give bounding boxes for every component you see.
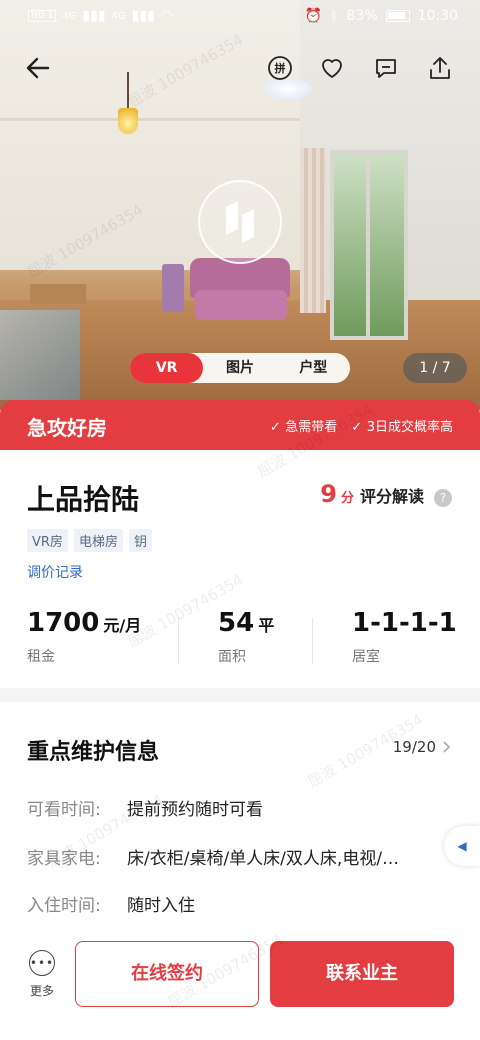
property-photo[interactable]: HD 1 4G ▮▮▮ 4G ▮▮▮ ◠ ⏰ ᛒ 83% 10:30 拼 VR …	[0, 0, 480, 410]
photo-curtain	[300, 148, 326, 313]
bottom-action-bar: ••• 更多 在线签约 联系业主	[0, 930, 480, 1040]
urgent-title: 急攻好房	[27, 416, 107, 440]
tag-elevator: 电梯房	[73, 529, 123, 552]
tab-vr[interactable]: VR	[130, 353, 204, 383]
maintenance-count[interactable]: 19/20	[393, 738, 452, 756]
divider	[178, 618, 179, 664]
alarm-icon: ⏰	[304, 8, 323, 24]
pinyin-icon[interactable]: 拼	[266, 54, 294, 82]
photo-counter: 1 / 7	[403, 353, 467, 383]
contact-owner-button[interactable]: 联系业主	[270, 941, 454, 1007]
score-label: 评分解读	[359, 487, 424, 506]
photo-sofa-seat	[195, 290, 287, 320]
row-key: 家具家电:	[27, 849, 101, 869]
stat-rooms: 1-1-1-1 居室	[352, 608, 457, 666]
stat-rent: 1700 元/月 租金	[27, 608, 141, 666]
urgent-tag: 急需带看	[270, 416, 337, 435]
urgent-tags: 急需带看 3日成交概率高	[270, 416, 453, 435]
tab-photos[interactable]: 图片	[203, 353, 276, 383]
photo-glass-table	[0, 310, 80, 400]
maintenance-title: 重点维护信息	[27, 740, 160, 765]
back-arrow-icon[interactable]	[24, 54, 52, 82]
maintenance-count-value: 19/20	[392, 738, 436, 756]
share-icon[interactable]	[426, 54, 454, 82]
more-dots-icon: •••	[29, 950, 55, 976]
photo-desk	[30, 284, 86, 304]
media-tabs: VR 图片 户型	[130, 353, 350, 383]
stat-label: 面积	[218, 649, 246, 665]
maintenance-row: 家具家电: 床/衣柜/桌椅/单人床/双人床,电视/…	[27, 844, 447, 869]
stat-value: 54	[218, 608, 255, 638]
vr-play-icon[interactable]	[198, 180, 282, 264]
score-unit: 分	[340, 491, 354, 506]
row-value: 随时入住	[127, 896, 195, 916]
maintenance-row: 可看时间: 提前预约随时可看	[27, 795, 447, 820]
more-button[interactable]: ••• 更多	[22, 950, 62, 999]
status-bar: HD 1 4G ▮▮▮ 4G ▮▮▮ ◠ ⏰ ᛒ 83% 10:30	[0, 0, 480, 34]
stat-label: 居室	[352, 649, 380, 665]
help-icon[interactable]: ?	[434, 489, 452, 507]
listing-stats: 1700 元/月 租金 54 平 面积 1-1-1-1 居室	[0, 608, 480, 674]
row-key: 入住时间:	[27, 896, 101, 916]
stat-value: 1700	[27, 608, 100, 638]
clock: 10:30	[417, 8, 458, 24]
stat-unit: 平	[258, 616, 275, 635]
signal2-icon: ▮▮▮	[131, 8, 155, 24]
bluetooth-icon: ᛒ	[330, 8, 339, 24]
caret-left-icon: ◀	[457, 839, 467, 853]
stat-value: 1-1-1-1	[352, 608, 457, 638]
sign-online-button[interactable]: 在线签约	[75, 941, 259, 1007]
signal2-label: 4G	[111, 10, 126, 22]
photo-lamp	[118, 108, 138, 134]
row-key: 可看时间:	[27, 800, 101, 820]
stat-unit: 元/月	[103, 616, 142, 635]
price-record-link[interactable]: 调价记录	[27, 562, 83, 582]
row-value: 床/衣柜/桌椅/单人床/双人床,电视/…	[127, 849, 400, 869]
more-label: 更多	[29, 984, 54, 998]
listing-tags: VR房 电梯房 钥	[27, 529, 152, 552]
score-value: 9	[320, 480, 337, 508]
comment-icon[interactable]	[372, 54, 400, 82]
pin-glyph: 拼	[274, 62, 286, 75]
side-expand-tab[interactable]: ◀	[444, 826, 480, 866]
tag-vr: VR房	[27, 529, 68, 552]
photo-chair	[162, 264, 184, 312]
wifi-icon: ◠	[160, 8, 174, 24]
maintenance-row: 入住时间: 随时入住	[27, 891, 447, 916]
stat-area: 54 平 面积	[218, 608, 274, 666]
listing-title: 上品拾陆	[27, 483, 140, 516]
divider	[312, 618, 313, 664]
battery-percent: 83%	[346, 8, 378, 24]
urgent-tag: 3日成交概率高	[351, 416, 453, 435]
heart-icon[interactable]	[318, 54, 346, 82]
tab-floorplan[interactable]: 户型	[277, 353, 350, 383]
photo-ceiling-line	[0, 118, 300, 121]
row-value: 提前预约随时可看	[127, 800, 263, 820]
photo-lamp-cord	[127, 72, 129, 110]
sim1-badge: HD 1	[28, 10, 57, 22]
chevron-right-icon	[443, 741, 451, 753]
score-interpretation[interactable]: 9 分 评分解读 ?	[320, 480, 452, 508]
signal-icon: ▮▮▮	[82, 8, 106, 24]
urgent-banner: 急攻好房 急需带看 3日成交概率高	[0, 400, 480, 450]
signal1-label: 4G	[62, 10, 77, 22]
section-divider	[0, 688, 480, 702]
stat-label: 租金	[27, 649, 55, 665]
battery-icon	[385, 10, 410, 22]
photo-window-frame	[366, 150, 370, 340]
tag-key: 钥	[128, 529, 152, 552]
